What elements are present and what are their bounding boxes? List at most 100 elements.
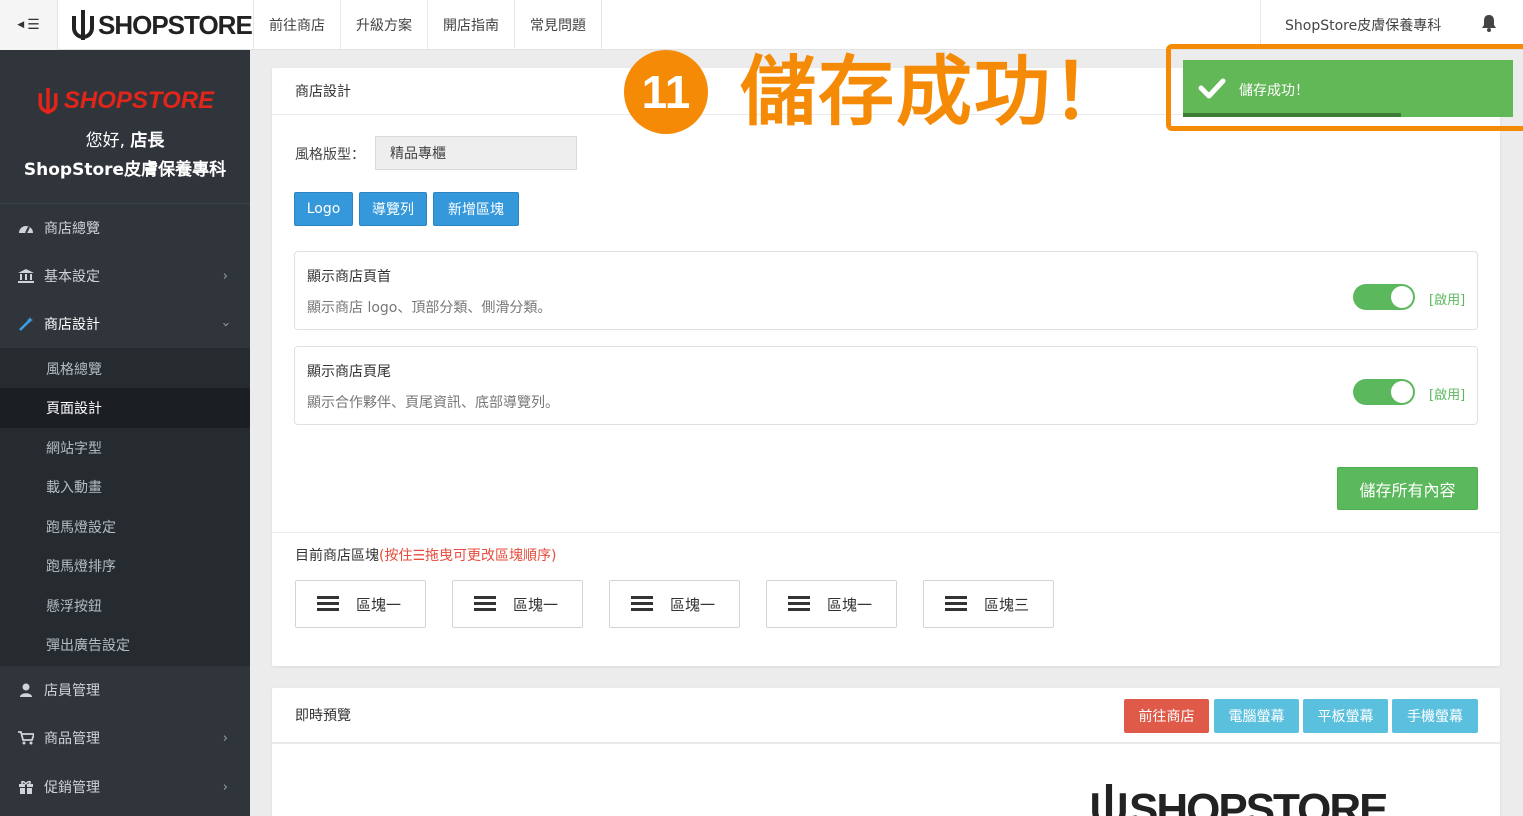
live-preview-panel: 即時預覽 前往商店 電腦螢幕 平板螢幕 手機螢幕 SHOPSTORE	[272, 688, 1500, 816]
cart-icon	[18, 731, 34, 745]
style-template-label: 風格版型：	[295, 147, 365, 163]
nav-faq[interactable]: 常見問題	[514, 0, 602, 50]
blocks-section-title: 目前商店區塊(按住☰拖曳可更改區塊順序)	[295, 545, 556, 565]
block-item[interactable]: 區塊一	[609, 580, 740, 628]
step-annotation-text: 儲存成功！	[740, 47, 1130, 136]
shopstore-mark-icon	[1092, 784, 1126, 816]
sidebar-item-promotions[interactable]: 促銷管理 ›	[0, 763, 250, 811]
add-block-button[interactable]: 新增區塊	[433, 192, 519, 226]
sidebar-subitem-floating-button[interactable]: 懸浮按鈕	[0, 586, 250, 626]
block-label: 區塊一	[827, 595, 873, 614]
greeting-name: 店長	[130, 131, 165, 151]
sidebar-toggle-button[interactable]: ◀ ☰	[0, 0, 58, 50]
card-title: 顯示商店頁首	[307, 269, 391, 285]
sidebar-subitem-loading-animation[interactable]: 載入動畫	[0, 467, 250, 507]
card-description: 顯示商店 logo、頂部分類、側滑分類。	[307, 300, 552, 316]
switch-knob	[1391, 286, 1413, 308]
divider	[272, 532, 1500, 533]
style-template-field: 精品專櫃	[375, 136, 577, 170]
divider	[272, 743, 1500, 744]
chevron-down-icon: ›	[217, 321, 233, 327]
sidebar-item-label: 商品管理	[44, 731, 100, 747]
shopstore-mark-icon	[72, 10, 94, 40]
sidebar-item-staff[interactable]: 店員管理	[0, 666, 250, 714]
save-all-button[interactable]: 儲存所有內容	[1337, 467, 1478, 510]
sidebar-item-overview[interactable]: 商店總覽	[0, 204, 250, 252]
sidebar-subitem-page-design[interactable]: 頁面設計	[0, 388, 250, 428]
card-description: 顯示合作夥伴、頁尾資訊、底部導覽列。	[307, 395, 559, 411]
store-design-panel: 商店設計 風格版型： 精品專櫃 Logo 導覽列 新增區塊 顯示商店頁首 顯示商…	[272, 68, 1500, 666]
blocks-drag-hint: (按住☰拖曳可更改區塊順序)	[379, 548, 557, 564]
sidebar-item-store-design[interactable]: 商店設計 ›	[0, 300, 250, 348]
sidebar-subitem-marquee-order[interactable]: 跑馬燈排序	[0, 546, 250, 586]
nav-go-store[interactable]: 前往商店	[253, 0, 340, 50]
block-item[interactable]: 區塊三	[923, 580, 1054, 628]
gift-icon	[19, 780, 33, 794]
sidebar-store-name: ShopStore皮膚保養專科	[23, 160, 227, 180]
sidebar-subitem-site-font[interactable]: 網站字型	[0, 428, 250, 468]
footer-toggle-switch[interactable]	[1353, 379, 1415, 405]
navbar-button[interactable]: 導覽列	[359, 192, 427, 226]
bell-icon[interactable]	[1481, 14, 1497, 32]
staff-icon	[20, 683, 32, 697]
preview-tablet-button[interactable]: 平板螢幕	[1303, 699, 1388, 733]
sidebar-item-basic-settings[interactable]: 基本設定 ›	[0, 252, 250, 300]
preview-store-logo: SHOPSTORE	[1089, 784, 1388, 816]
block-item[interactable]: 區塊一	[452, 580, 583, 628]
status-badge: [啟用]	[1429, 388, 1466, 403]
sidebar-item-label: 店員管理	[44, 683, 100, 699]
header-toggle-switch[interactable]	[1353, 284, 1415, 310]
nav-store-guide[interactable]: 開店指南	[427, 0, 514, 50]
drag-handle-icon[interactable]	[788, 596, 810, 612]
sidebar-subitem-marquee-settings[interactable]: 跑馬燈設定	[0, 507, 250, 547]
preview-logo-text: SHOPSTORE	[1129, 785, 1388, 816]
magic-wand-icon	[19, 317, 33, 331]
dashboard-icon	[19, 226, 33, 234]
brand-logo[interactable]: SHOPSTORE	[70, 8, 253, 42]
sidebar-subitem-popup-ad[interactable]: 彈出廣告設定	[0, 625, 250, 665]
header-toggle-card: 顯示商店頁首 顯示商店 logo、頂部分類、側滑分類。 [啟用]	[294, 251, 1478, 330]
sidebar-logo: SHOPSTORE	[30, 86, 220, 116]
sidebar: SHOPSTORE 您好, 店長 ShopStore皮膚保養專科 商店總覽 基本…	[0, 50, 250, 816]
nav-upgrade-plan[interactable]: 升級方案	[340, 0, 427, 50]
sidebar-logo-text: SHOPSTORE	[63, 87, 215, 114]
brand-text: SHOPSTORE	[98, 9, 253, 40]
sidebar-item-label: 促銷管理	[44, 780, 100, 796]
drag-handle-icon[interactable]	[631, 596, 653, 612]
chevron-left-icon: ◀	[17, 20, 25, 30]
annotation-highlight-frame	[1166, 44, 1523, 131]
top-nav: 前往商店 升級方案 開店指南 常見問題	[253, 0, 602, 50]
block-item[interactable]: 區塊一	[295, 580, 426, 628]
greeting-prefix: 您好,	[85, 131, 125, 151]
card-title: 顯示商店頁尾	[307, 364, 391, 380]
chevron-right-icon: ›	[222, 779, 228, 795]
block-item[interactable]: 區塊一	[766, 580, 897, 628]
preview-desktop-button[interactable]: 電腦螢幕	[1214, 699, 1299, 733]
switch-knob	[1391, 381, 1413, 403]
preview-go-store-button[interactable]: 前往商店	[1124, 699, 1209, 733]
block-label: 區塊一	[513, 595, 559, 614]
blocks-title-text: 目前商店區塊	[295, 548, 379, 564]
sidebar-item-label: 商店設計	[44, 317, 100, 333]
sidebar-item-label: 商店總覽	[44, 221, 100, 237]
logo-button[interactable]: Logo	[294, 192, 353, 226]
status-badge: [啟用]	[1429, 293, 1466, 308]
hamburger-icon: ☰	[27, 17, 40, 33]
footer-toggle-card: 顯示商店頁尾 顯示合作夥伴、頁尾資訊、底部導覽列。 [啟用]	[294, 346, 1478, 425]
store-design-submenu: 風格總覽 頁面設計 網站字型 載入動畫 跑馬燈設定 跑馬燈排序 懸浮按鈕 彈出廣…	[0, 348, 250, 666]
block-label: 區塊一	[356, 595, 402, 614]
sidebar-item-label: 基本設定	[44, 269, 100, 285]
step-number-badge: 11	[624, 50, 708, 134]
shopstore-mark-icon	[38, 88, 58, 114]
sidebar-subitem-style-overview[interactable]: 風格總覽	[0, 349, 250, 389]
chevron-right-icon: ›	[222, 730, 228, 746]
drag-handle-icon[interactable]	[474, 596, 496, 612]
drag-handle-icon[interactable]	[945, 596, 967, 612]
sidebar-item-products[interactable]: 商品管理 ›	[0, 714, 250, 762]
bank-icon	[18, 269, 34, 283]
block-label: 區塊一	[670, 595, 716, 614]
drag-handle-icon[interactable]	[317, 596, 339, 612]
block-label: 區塊三	[984, 595, 1030, 614]
preview-mobile-button[interactable]: 手機螢幕	[1392, 699, 1478, 733]
chevron-right-icon: ›	[222, 268, 228, 284]
